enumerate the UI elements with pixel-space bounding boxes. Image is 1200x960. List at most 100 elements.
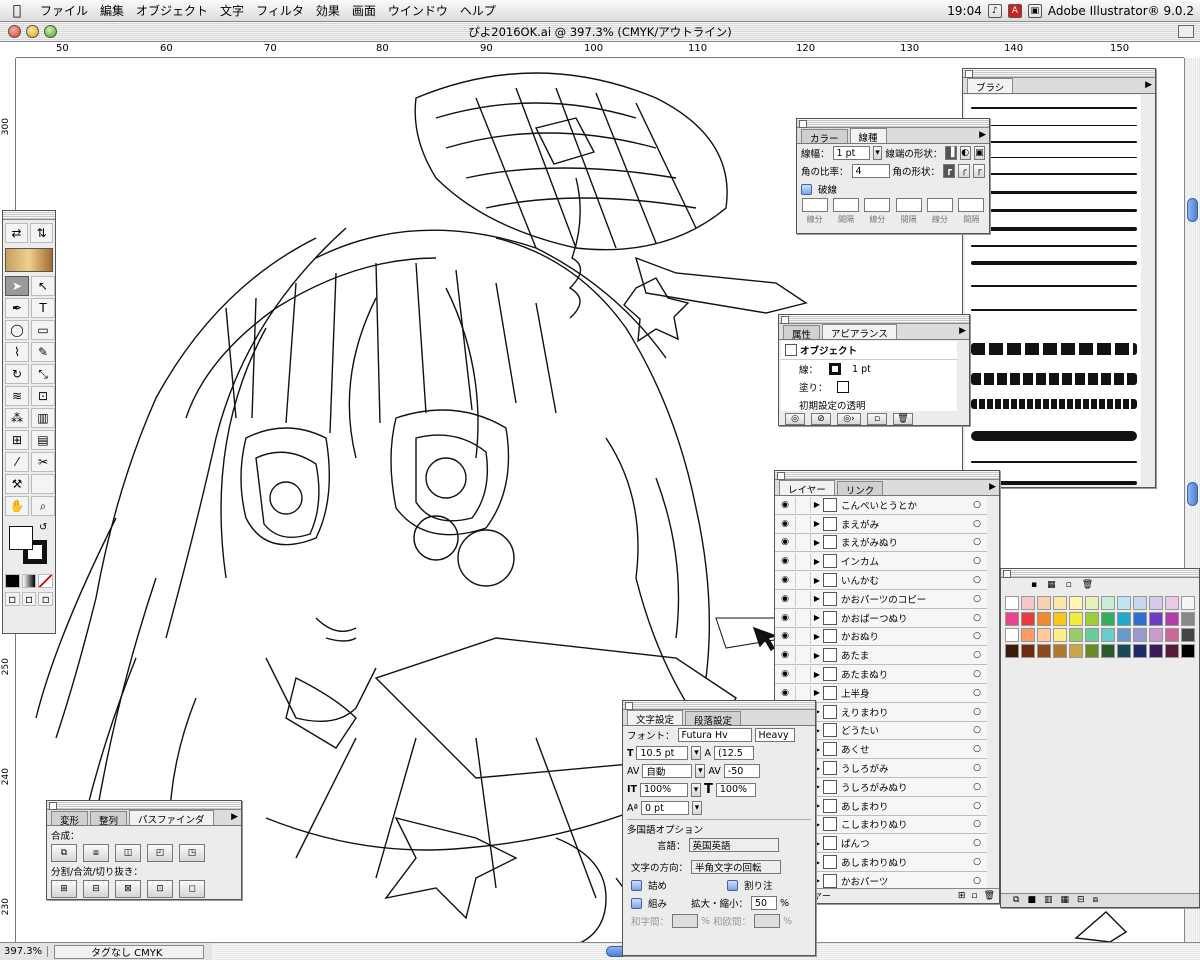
visibility-eye-icon[interactable]: ◉ (775, 537, 795, 547)
intersect-icon[interactable]: ⧈ (83, 844, 109, 862)
color-swatch[interactable] (1037, 644, 1051, 658)
brush-tool-icon[interactable]: ⌇ (5, 342, 29, 362)
target-circle-icon[interactable]: ○ (967, 838, 987, 848)
color-swatch[interactable] (1181, 596, 1195, 610)
vertical-scroll-thumb[interactable] (1187, 482, 1198, 506)
layer-row[interactable]: ◉ ▶ あたま ○ (775, 646, 987, 666)
color-mode-icon[interactable] (5, 574, 20, 588)
visibility-eye-icon[interactable]: ◉ (775, 594, 795, 604)
fill-swatch[interactable] (9, 526, 33, 550)
horizontal-ruler[interactable]: 50 60 70 80 90 100 110 120 130 140 150 (16, 42, 1184, 58)
brush-stroke[interactable] (971, 141, 1137, 143)
target-circle-icon[interactable]: ○ (967, 556, 987, 566)
color-swatch[interactable] (1117, 612, 1131, 626)
target-circle-icon[interactable]: ○ (967, 613, 987, 623)
dash-field[interactable] (864, 198, 891, 212)
color-swatch[interactable] (1101, 644, 1115, 658)
tracking-field[interactable]: -50 (723, 764, 760, 778)
color-swatch[interactable] (1069, 612, 1083, 626)
tab-character[interactable]: 文字設定 (627, 710, 684, 726)
brush-list[interactable] (965, 95, 1141, 485)
visibility-eye-icon[interactable]: ◉ (775, 575, 795, 585)
miter-field[interactable]: 4 (851, 164, 890, 178)
tab-align[interactable]: 整列 (90, 811, 128, 827)
dash-field[interactable] (926, 198, 953, 212)
target-circle-icon[interactable]: ○ (967, 782, 987, 792)
appearance-stroke-row[interactable]: 線： 1 pt (781, 360, 957, 378)
tab-stroke[interactable]: 線種 (849, 128, 887, 144)
expand-triangle-icon[interactable]: ▶ (811, 613, 823, 622)
color-swatch[interactable] (1085, 596, 1099, 610)
color-swatch[interactable] (1053, 644, 1067, 658)
menu-help[interactable]: ヘルプ (454, 2, 502, 19)
bevel-join-icon[interactable]: ┌ (973, 164, 986, 178)
panel-grip[interactable] (797, 119, 989, 128)
panel-icon[interactable]: ⧈ (1093, 895, 1099, 906)
menu-type[interactable]: 文字 (214, 2, 250, 19)
visibility-eye-icon[interactable]: ◉ (775, 688, 795, 698)
target-circle-icon[interactable]: ○ (967, 801, 987, 811)
color-swatch[interactable] (1005, 644, 1019, 658)
mesh-tool-icon[interactable]: ⊞ (5, 430, 29, 450)
panel-grip[interactable] (1001, 569, 1199, 578)
color-swatch[interactable] (1149, 612, 1163, 626)
none-mode-icon[interactable] (38, 574, 54, 588)
scale-tool-icon[interactable]: ⤡ (31, 364, 55, 384)
menu-file[interactable]: ファイル (34, 2, 94, 19)
layer-row[interactable]: ◉ ▶ かおぱーつぬり ○ (775, 608, 987, 628)
selection-tool-icon[interactable]: ➤ (5, 276, 29, 296)
brush-stroke[interactable] (971, 173, 1137, 175)
full-screen-icon[interactable]: ▫ (38, 592, 54, 606)
gap-field[interactable] (895, 198, 922, 212)
layer-row[interactable]: ◉ ▶ かおパーツのコピー ○ (775, 589, 987, 609)
lock-toggle[interactable] (795, 684, 811, 701)
round-cap-icon[interactable]: ◐ (959, 146, 971, 160)
target-circle-icon[interactable]: ○ (967, 537, 987, 547)
unite-icon[interactable]: ⧉ (51, 844, 77, 862)
option-checkbox[interactable] (631, 897, 642, 909)
visibility-eye-icon[interactable]: ◉ (775, 650, 795, 660)
menu-filter[interactable]: フィルタ (250, 2, 310, 19)
target-circle-icon[interactable]: ○ (967, 650, 987, 660)
swap-fill-stroke-icon[interactable]: ↺ (39, 522, 47, 533)
color-swatch[interactable] (1085, 612, 1099, 626)
lock-toggle[interactable] (795, 628, 811, 645)
outline-icon[interactable]: ◻ (179, 880, 205, 898)
color-swatch[interactable] (1181, 644, 1195, 658)
panel-grip[interactable] (779, 315, 969, 324)
tab-appearance[interactable]: アピアランス (822, 324, 897, 340)
baseline-field[interactable]: 0 pt (640, 801, 689, 815)
color-swatch[interactable] (1085, 628, 1099, 642)
baseline-dropdown-icon[interactable]: ▾ (691, 801, 702, 815)
status-select[interactable]: タグなし CMYK (54, 944, 204, 959)
pencil-tool-icon[interactable]: ✎ (31, 342, 55, 362)
brush-stroke[interactable] (971, 245, 1137, 247)
language-select[interactable]: 英国英語 (688, 838, 779, 852)
panel-grip[interactable] (963, 69, 1155, 78)
brush-stroke[interactable] (971, 191, 1137, 194)
color-swatch[interactable] (1181, 612, 1195, 626)
minus-front-icon[interactable]: ◰ (147, 844, 173, 862)
color-swatch[interactable] (1181, 628, 1195, 642)
visibility-eye-icon[interactable]: ◉ (775, 631, 795, 641)
exclude-icon[interactable]: ◫ (115, 844, 141, 862)
layer-row[interactable]: ◉ ▶ こんぺいとうとか ○ (775, 496, 987, 515)
brush-stroke[interactable] (971, 209, 1137, 212)
new-art-basic-icon[interactable]: ◎ (785, 413, 805, 425)
menu-window[interactable]: ウインドウ (382, 2, 454, 19)
brush-stroke[interactable] (971, 157, 1137, 158)
zoom-level[interactable]: 397.3% (0, 946, 48, 957)
color-swatch[interactable] (1005, 596, 1019, 610)
dash-field[interactable] (801, 198, 828, 212)
free-transform-tool-icon[interactable]: ⊡ (31, 386, 55, 406)
lock-toggle[interactable] (795, 590, 811, 607)
visibility-eye-icon[interactable]: ◉ (775, 613, 795, 623)
target-circle-icon[interactable]: ○ (967, 819, 987, 829)
expand-triangle-icon[interactable]: ▶ (811, 576, 823, 585)
delete-layer-icon[interactable]: 🗑 (984, 891, 995, 901)
target-circle-icon[interactable]: ○ (967, 575, 987, 585)
color-swatch[interactable] (1085, 644, 1099, 658)
hand-tool-icon[interactable]: ✋ (5, 496, 29, 516)
apple-menu-icon[interactable]:  (0, 3, 34, 19)
layer-row[interactable]: ◉ ▶ まえがみぬり ○ (775, 533, 987, 553)
